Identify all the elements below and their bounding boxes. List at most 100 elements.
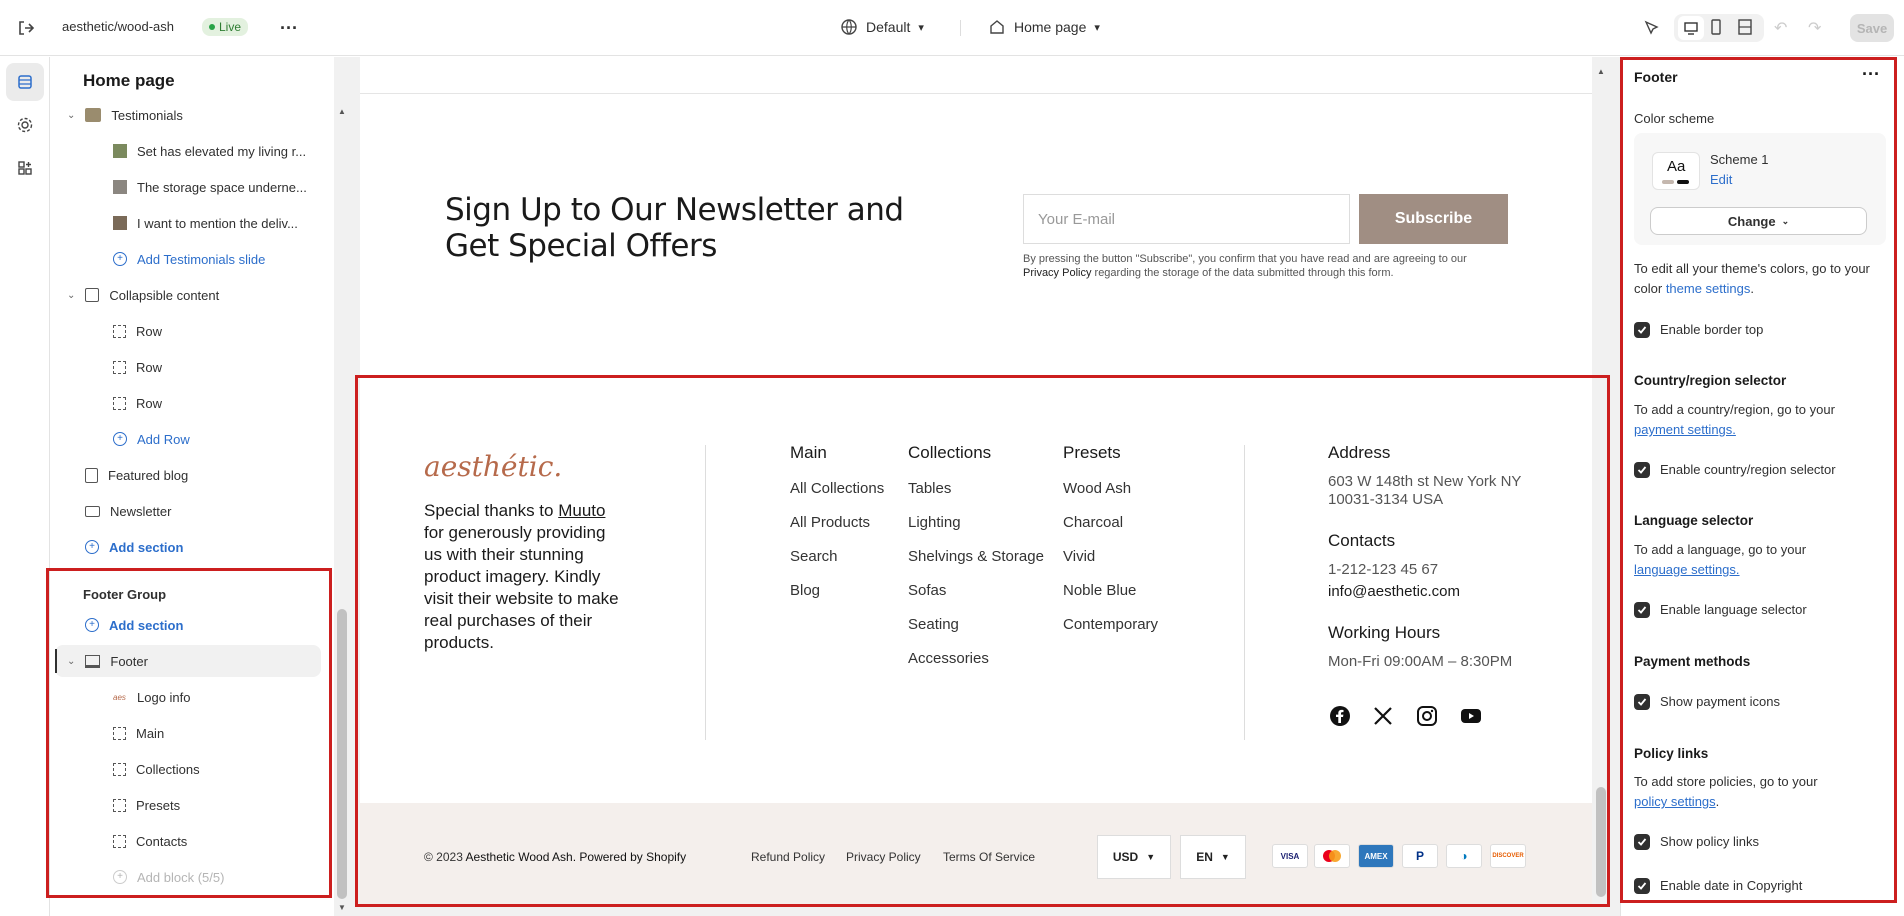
theme-selector[interactable]: Default ▾ (840, 18, 924, 36)
scheme-edit-link[interactable]: Edit (1710, 170, 1732, 190)
block-row[interactable]: Row (113, 315, 162, 347)
add-block-button[interactable]: + Add block (5/5) (113, 861, 224, 893)
subscribe-button[interactable]: Subscribe (1359, 194, 1508, 244)
globe-icon (841, 19, 857, 35)
footer-link[interactable]: Wood Ash (1063, 480, 1131, 497)
page-selector[interactable]: Home page ▾ (988, 18, 1100, 36)
footer-link[interactable]: Shelvings & Storage (908, 548, 1044, 565)
privacy-policy-link[interactable]: Privacy Policy (1023, 267, 1091, 279)
address-line: 603 W 148th st New York NY (1328, 473, 1522, 490)
checkbox-border-top[interactable] (1634, 322, 1650, 338)
payment-settings-link[interactable]: payment settings. (1634, 420, 1736, 440)
phone-number[interactable]: 1-212-123 45 67 (1328, 561, 1438, 579)
exit-icon[interactable] (16, 18, 36, 38)
inspector-icon[interactable] (1642, 18, 1660, 36)
footer-link[interactable]: Charcoal (1063, 514, 1123, 531)
checkbox-language[interactable] (1634, 602, 1650, 618)
language-settings-link[interactable]: language settings. (1634, 560, 1740, 580)
block-row[interactable]: Row (113, 351, 162, 383)
policy-settings-link[interactable]: policy settings (1634, 794, 1716, 809)
thanks-text: Special thanks to (424, 501, 554, 520)
footer-link[interactable]: All Collections (790, 480, 884, 497)
sections-icon[interactable] (6, 63, 44, 101)
policy-link[interactable]: Terms Of Service (943, 850, 1035, 864)
scheme-preview-text: Aa (1667, 158, 1686, 175)
footer-link[interactable]: Blog (790, 582, 820, 599)
block-row[interactable]: Row (113, 387, 162, 419)
footer-link[interactable]: Tables (908, 480, 951, 497)
x-icon[interactable] (1371, 704, 1395, 728)
newsletter-fine-print: By pressing the button "Subscribe", you … (1023, 252, 1513, 280)
block-testimonial-1[interactable]: Set has elevated my living r... (113, 135, 306, 167)
settings-gear-icon[interactable] (6, 106, 44, 144)
block-icon (113, 396, 126, 410)
block-collections[interactable]: Collections (113, 753, 200, 785)
working-hours-heading: Working Hours (1328, 623, 1441, 642)
redo-icon[interactable]: ↷ (1808, 18, 1821, 38)
fullscreen-icon[interactable] (1737, 18, 1753, 36)
block-testimonial-2[interactable]: The storage space underne... (113, 171, 307, 203)
copyright-store-link[interactable]: Aesthetic Wood Ash (466, 850, 573, 864)
scheme-preview: Aa (1652, 152, 1700, 190)
block-icon (113, 762, 126, 776)
checkbox-label: Show payment icons (1660, 694, 1780, 709)
change-scheme-button[interactable]: Change ⌄ (1650, 207, 1867, 235)
youtube-icon[interactable] (1459, 704, 1483, 728)
scroll-down-icon[interactable]: ▼ (338, 903, 346, 912)
undo-icon[interactable]: ↶ (1774, 18, 1787, 38)
checkbox-country[interactable] (1634, 462, 1650, 478)
scroll-thumb[interactable] (337, 609, 347, 899)
sections-scrollbar[interactable]: ▲ ▼ (334, 57, 350, 916)
footer-link[interactable]: Seating (908, 616, 959, 633)
footer-link[interactable]: Vivid (1063, 548, 1095, 565)
scroll-thumb[interactable] (1596, 787, 1606, 897)
facebook-icon[interactable] (1328, 704, 1352, 728)
more-icon[interactable]: ··· (280, 18, 298, 39)
instagram-icon[interactable] (1415, 704, 1439, 728)
desktop-view-icon[interactable] (1678, 16, 1704, 40)
add-testimonials-slide[interactable]: + Add Testimonials slide (113, 243, 265, 275)
checkbox-policy[interactable] (1634, 834, 1650, 850)
footer-link[interactable]: Accessories (908, 650, 989, 667)
chevron-down-icon: ⌄ (67, 655, 76, 667)
footer-logo[interactable]: aesthétic. (424, 450, 562, 483)
mobile-view-icon[interactable] (1708, 18, 1724, 36)
muuto-link[interactable]: Muuto (558, 501, 605, 520)
footer-link[interactable]: Search (790, 548, 838, 565)
block-presets[interactable]: Presets (113, 789, 180, 821)
currency-selector[interactable]: USD ▼ (1097, 835, 1171, 879)
email-link[interactable]: info@aesthetic.com (1328, 583, 1460, 601)
sections-panel: Home page ⌄ Testimonials Set has elevate… (51, 57, 334, 916)
checkbox-date[interactable] (1634, 878, 1650, 894)
footer-link[interactable]: Contemporary (1063, 616, 1158, 633)
scroll-up-icon[interactable]: ▲ (1597, 67, 1605, 76)
footer-link[interactable]: All Products (790, 514, 870, 531)
section-testimonials[interactable]: ⌄ Testimonials (67, 99, 183, 131)
policy-link[interactable]: Refund Policy (751, 850, 825, 864)
theme-settings-link[interactable]: theme settings (1666, 281, 1751, 296)
footer-link[interactable]: Noble Blue (1063, 582, 1136, 599)
checkbox-payment[interactable] (1634, 694, 1650, 710)
policy-link[interactable]: Privacy Policy (846, 850, 921, 864)
add-section-button[interactable]: + Add section (85, 531, 183, 563)
block-contacts[interactable]: Contacts (113, 825, 187, 857)
section-featured-blog[interactable]: Featured blog (85, 459, 188, 491)
save-button[interactable]: Save (1850, 14, 1894, 42)
section-collapsible-content[interactable]: ⌄ Collapsible content (67, 279, 219, 311)
section-newsletter[interactable]: Newsletter (85, 495, 171, 527)
footer-link[interactable]: Lighting (908, 514, 961, 531)
block-logo-info[interactable]: aes Logo info (113, 681, 191, 713)
more-icon[interactable]: ··· (1862, 64, 1880, 85)
section-footer[interactable]: ⌄ Footer (55, 645, 321, 677)
block-testimonial-3[interactable]: I want to mention the deliv... (113, 207, 298, 239)
scroll-up-icon[interactable]: ▲ (338, 107, 346, 116)
add-row[interactable]: + Add Row (113, 423, 190, 455)
footer-link[interactable]: Sofas (908, 582, 946, 599)
block-main[interactable]: Main (113, 717, 164, 749)
footer-add-section-button[interactable]: + Add section (85, 609, 183, 641)
apps-icon[interactable] (6, 149, 44, 187)
checkmark-icon (1637, 326, 1647, 334)
preview-scrollbar[interactable]: ▲ (1592, 57, 1610, 907)
newsletter-email-input[interactable]: Your E-mail (1023, 194, 1350, 244)
language-selector[interactable]: EN ▼ (1180, 835, 1246, 879)
